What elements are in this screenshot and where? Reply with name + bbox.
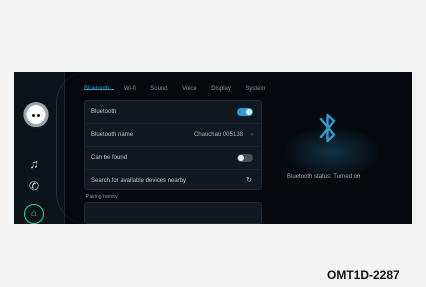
pairing-history-panel — [84, 202, 262, 224]
chevron-right-icon: › — [251, 132, 253, 138]
toggle-knob — [246, 109, 252, 115]
bluetooth-status-text: Bluetooth status: Turned on — [287, 174, 361, 180]
bluetooth-settings-panel: Bluetooth Bluetooth name Chauchau 005138… — [84, 100, 262, 190]
tab-sound[interactable]: Sound — [150, 86, 167, 92]
assistant-avatar-icon[interactable] — [22, 102, 50, 130]
infotainment-screen: ♫ ✆ ⌂ Bluetooth Wi-fi Sound Voice Displa… — [14, 72, 412, 224]
sidebar: ♫ ✆ ⌂ — [14, 72, 65, 224]
toggle-knob — [238, 155, 244, 161]
bluetooth-name-value: Chauchau 005138 — [193, 132, 243, 138]
tab-display[interactable]: Display — [211, 86, 231, 92]
sidebar-curve — [56, 72, 87, 224]
refresh-icon[interactable]: ↻ — [246, 170, 252, 192]
search-devices-row[interactable]: Search for available devices nearby ↻ — [85, 170, 261, 192]
music-icon[interactable]: ♫ — [26, 156, 42, 172]
active-tab-indicator — [84, 89, 114, 90]
pairing-history-label: Pairing history — [86, 194, 118, 200]
avatar-eye-left — [32, 114, 35, 117]
bluetooth-icon — [319, 113, 336, 143]
bluetooth-name-label: Bluetooth name — [91, 132, 134, 138]
can-be-found-label: Can be found — [91, 155, 128, 161]
bluetooth-toggle[interactable] — [237, 108, 253, 116]
bluetooth-label: Bluetooth — [91, 109, 117, 115]
figure-reference-code: OMT1D-2287 — [327, 268, 400, 282]
tab-voice[interactable]: Voice — [182, 86, 197, 92]
search-devices-label: Search for available devices nearby — [91, 178, 187, 184]
tab-wifi[interactable]: Wi-fi — [124, 86, 136, 92]
can-be-found-toggle[interactable] — [237, 154, 253, 162]
avatar-eye-right — [37, 114, 40, 117]
tab-system[interactable]: System — [245, 86, 265, 92]
bluetooth-row: Bluetooth — [85, 101, 261, 124]
phone-icon[interactable]: ✆ — [26, 178, 42, 194]
bluetooth-name-row[interactable]: Bluetooth name Chauchau 005138 › — [85, 124, 261, 147]
home-icon[interactable]: ⌂ — [24, 204, 44, 224]
can-be-found-row: Can be found — [85, 147, 261, 170]
